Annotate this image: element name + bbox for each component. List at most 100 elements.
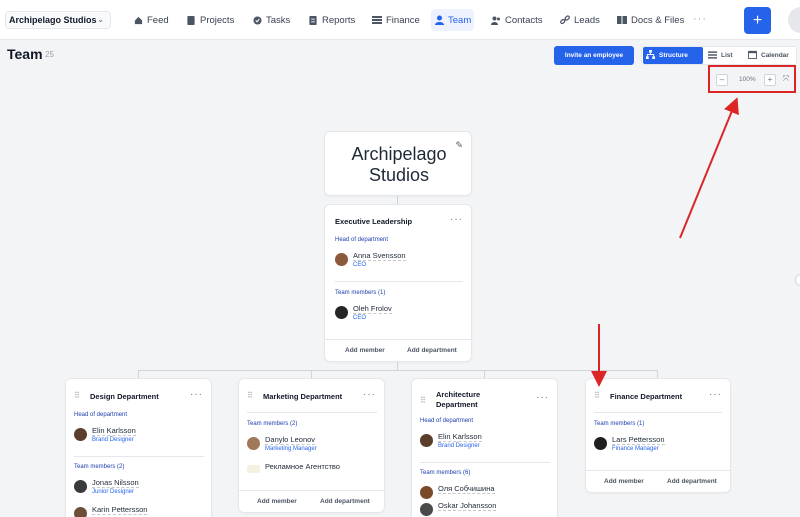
divider bbox=[420, 462, 550, 463]
person-role: CEO bbox=[353, 262, 367, 268]
connector-line bbox=[138, 370, 139, 378]
nav-contacts[interactable]: Contacts bbox=[488, 9, 546, 31]
department-title-line: Department bbox=[436, 400, 478, 409]
person-name: Рекламное Агентство bbox=[265, 462, 340, 471]
add-department-button[interactable]: Add department bbox=[667, 478, 717, 485]
fit-screen-icon[interactable]: ⤧ bbox=[780, 74, 792, 86]
avatar bbox=[420, 503, 433, 516]
nav-reports[interactable]: Reports bbox=[305, 9, 358, 31]
zoom-controls: – 100% + ⤧ bbox=[708, 65, 796, 93]
divider bbox=[247, 412, 377, 413]
person-item[interactable]: Oleh Frolov CEO bbox=[335, 304, 465, 326]
head-of-department-label: Head of department bbox=[74, 412, 128, 418]
create-button[interactable]: + bbox=[744, 7, 771, 34]
person-role: Finance Manager bbox=[612, 446, 659, 452]
person-role: Marketing Manager bbox=[265, 446, 317, 452]
department-title: Marketing Department bbox=[263, 392, 343, 401]
department-card-finance: ⠿ Finance Department ··· Team members (1… bbox=[585, 378, 731, 493]
connector-line bbox=[397, 362, 398, 370]
more-options-icon[interactable]: ··· bbox=[536, 392, 549, 403]
invite-employee-button[interactable]: Invite an employee bbox=[554, 46, 634, 65]
add-member-button[interactable]: Add member bbox=[604, 478, 644, 485]
person-item[interactable]: Elin Karlsson Brand Designer bbox=[420, 432, 550, 454]
connector-line bbox=[311, 370, 312, 378]
company-card[interactable]: Archipelago Studios ✎ bbox=[324, 131, 472, 196]
department-card-executive: Executive Leadership ··· Head of departm… bbox=[324, 204, 472, 362]
nav-docs-files[interactable]: Docs & Files bbox=[614, 9, 687, 31]
more-nav-icon[interactable]: ··· bbox=[693, 13, 707, 25]
person-name: Oleh Frolov bbox=[353, 304, 392, 314]
add-member-button[interactable]: Add member bbox=[257, 498, 297, 505]
card-footer: Add member Add department bbox=[586, 470, 730, 492]
nav-label: Docs & Files bbox=[631, 14, 685, 26]
view-label: Calendar bbox=[761, 52, 789, 59]
nav-label: Projects bbox=[200, 14, 235, 26]
side-panel-toggle[interactable] bbox=[795, 274, 800, 286]
divider bbox=[335, 281, 463, 282]
company-selector-label: Archipelago Studios bbox=[9, 15, 97, 25]
edit-icon[interactable]: ✎ bbox=[455, 140, 463, 151]
more-options-icon[interactable]: ··· bbox=[450, 214, 463, 225]
team-count: 25 bbox=[45, 50, 54, 59]
person-role: Junior Designer bbox=[92, 489, 135, 495]
person-name: Jonas Nilsson bbox=[92, 478, 139, 488]
team-members-label: Team members (2) bbox=[74, 464, 125, 470]
drag-handle-icon[interactable]: ⠿ bbox=[420, 396, 426, 405]
divider bbox=[594, 412, 722, 413]
more-options-icon[interactable]: ··· bbox=[190, 389, 203, 400]
person-item[interactable]: Lars Pettersson Finance Manager bbox=[594, 435, 724, 457]
more-options-icon[interactable]: ··· bbox=[709, 389, 722, 400]
view-calendar[interactable]: Calendar bbox=[745, 47, 797, 64]
company-selector[interactable]: Archipelago Studios ⌄ bbox=[5, 11, 111, 29]
department-title: Finance Department bbox=[610, 392, 683, 401]
person-name: Danylo Leonov bbox=[265, 435, 316, 445]
nav-projects[interactable]: Projects bbox=[183, 9, 237, 31]
drag-handle-icon[interactable]: ⠿ bbox=[74, 391, 80, 400]
person-item[interactable]: Danylo Leonov Marketing Manager bbox=[247, 435, 377, 457]
person-item[interactable]: Рекламное Агентство bbox=[247, 462, 377, 484]
drag-handle-icon[interactable]: ⠿ bbox=[247, 391, 253, 400]
view-label: Structure bbox=[659, 52, 688, 59]
person-item[interactable]: Anna Svensson CEO bbox=[335, 251, 465, 273]
nav-label: Tasks bbox=[266, 14, 291, 26]
finance-icon bbox=[372, 15, 382, 25]
more-options-icon[interactable]: ··· bbox=[363, 389, 376, 400]
drag-handle-icon[interactable]: ⠿ bbox=[594, 391, 600, 400]
nav-team[interactable]: Team bbox=[431, 9, 475, 31]
department-card-architecture: ⠿ Architecture Department ··· Head of de… bbox=[411, 378, 558, 517]
calendar-icon bbox=[748, 50, 757, 61]
nav-tasks[interactable]: Tasks bbox=[249, 9, 293, 31]
person-role: CEO bbox=[353, 315, 367, 321]
person-role: Brand Designer bbox=[92, 437, 134, 443]
company-name: Archipelago Studios bbox=[351, 144, 447, 185]
nav-feed[interactable]: Feed bbox=[130, 9, 172, 31]
book-icon bbox=[617, 15, 627, 25]
user-avatar[interactable] bbox=[788, 7, 800, 33]
zoom-out-button[interactable]: – bbox=[716, 74, 728, 86]
view-list[interactable]: List bbox=[705, 47, 741, 64]
nav-leads[interactable]: Leads bbox=[557, 9, 603, 31]
card-footer: Add member Add department bbox=[325, 339, 471, 361]
add-department-button[interactable]: Add department bbox=[407, 347, 457, 354]
person-name: Oskar Johansson bbox=[438, 501, 497, 511]
avatar bbox=[420, 486, 433, 499]
person-item[interactable]: Jonas Nilsson Junior Designer bbox=[74, 478, 204, 500]
zoom-in-button[interactable]: + bbox=[764, 74, 776, 86]
team-members-label: Team members (6) bbox=[420, 470, 471, 476]
team-members-label: Team members (2) bbox=[247, 421, 298, 427]
zoom-level: 100% bbox=[739, 76, 756, 83]
add-member-button[interactable]: Add member bbox=[345, 347, 385, 354]
team-members-label: Team members (1) bbox=[594, 421, 645, 427]
add-department-button[interactable]: Add department bbox=[320, 498, 370, 505]
person-item[interactable]: Karin Pettersson bbox=[74, 505, 204, 517]
person-item[interactable]: Oskar Johansson bbox=[420, 501, 550, 517]
person-item[interactable]: Elin Karlsson Brand Designer bbox=[74, 426, 204, 448]
nav-finance[interactable]: Finance bbox=[369, 9, 423, 31]
nav-label: Leads bbox=[574, 14, 600, 26]
view-structure[interactable]: Structure bbox=[643, 47, 703, 64]
avatar bbox=[247, 437, 260, 450]
document-icon bbox=[186, 15, 196, 25]
person-name: Anna Svensson bbox=[353, 251, 406, 261]
head-of-department-label: Head of department bbox=[420, 418, 474, 424]
person-name: Karin Pettersson bbox=[92, 505, 148, 515]
